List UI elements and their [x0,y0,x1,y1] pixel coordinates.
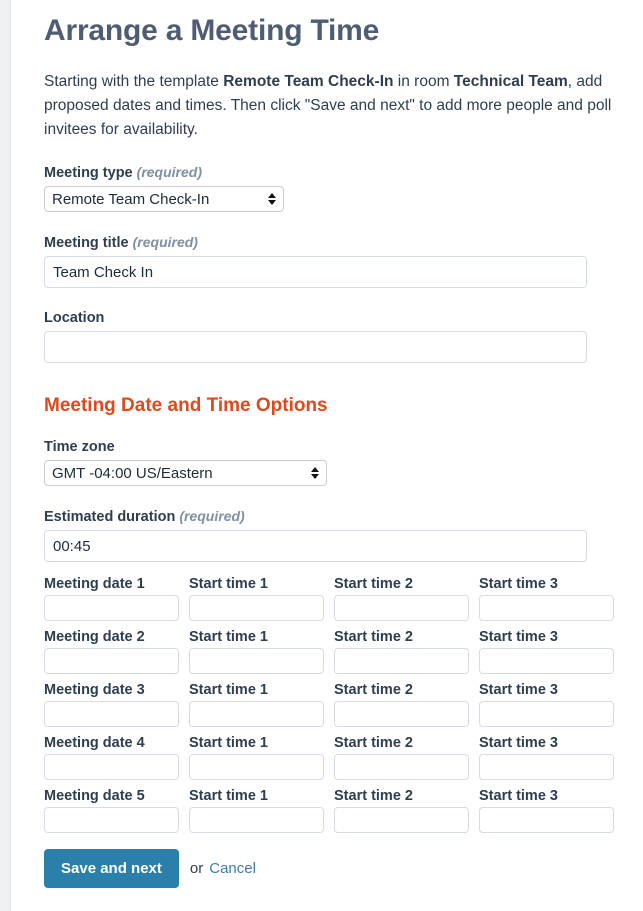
date-time-row: Meeting date 3 Start time 1 Start time 2 St… [44,682,643,727]
date-time-row: Meeting date 2 Start time 1 Start time 2 St… [44,629,643,674]
or-text: or [189,860,204,877]
meeting-type-label-text: Meeting type [44,165,133,181]
start-time-label: Start time 2 [334,629,413,645]
date-time-row-inputs [44,754,643,780]
start-time-label: Start time 2 [334,576,413,592]
start-time-label: Start time 1 [189,682,268,698]
page-title: Arrange a Meeting Time [44,14,380,47]
date-time-row-labels: Meeting date 1 Start time 1 Start time 2 St… [44,576,643,592]
start-time-label: Start time 1 [189,735,268,751]
start-time-input[interactable] [334,595,469,621]
start-time-input[interactable] [479,595,614,621]
intro-paragraph: Starting with the template Remote Team C… [44,70,628,142]
location-group: Location [44,310,643,363]
date-time-row-inputs [44,701,643,727]
date-time-row-inputs [44,648,643,674]
date-time-row-labels: Meeting date 5 Start time 1 Start time 2 St… [44,788,643,804]
meeting-type-group: Meeting type (required) Remote Team Chec… [44,164,643,212]
meeting-date-label: Meeting date 5 [44,788,145,804]
meeting-title-group: Meeting title (required) [44,234,643,288]
date-time-row-labels: Meeting date 3 Start time 1 Start time 2 St… [44,682,643,698]
date-time-row-labels: Meeting date 2 Start time 1 Start time 2 St… [44,629,643,645]
date-time-row-inputs [44,807,643,833]
start-time-label: Start time 3 [479,629,558,645]
meeting-title-input[interactable] [44,256,587,288]
date-time-row-inputs [44,595,643,621]
meeting-title-label: Meeting title (required) [44,234,643,251]
location-label: Location [44,310,105,326]
start-time-label: Start time 3 [479,576,558,592]
start-time-label: Start time 3 [479,682,558,698]
start-time-input[interactable] [334,648,469,674]
date-time-row: Meeting date 1 Start time 1 Start time 2 St… [44,576,643,621]
meeting-date-input[interactable] [44,701,179,727]
meeting-date-label: Meeting date 4 [44,735,145,751]
cancel-link[interactable]: Cancel [209,860,256,877]
meeting-date-label: Meeting date 3 [44,682,145,698]
date-time-row: Meeting date 5 Start time 1 Start time 2 St… [44,788,643,833]
start-time-input[interactable] [189,807,324,833]
start-time-input[interactable] [189,595,324,621]
time-zone-select[interactable]: GMT -04:00 US/Eastern [44,460,327,486]
start-time-input[interactable] [334,807,469,833]
intro-part-2: in room [393,73,454,90]
start-time-label: Start time 2 [334,788,413,804]
left-gutter [0,0,11,911]
date-time-row: Meeting date 4 Start time 1 Start time 2 St… [44,735,643,780]
form-actions: Save and next or Cancel [44,849,643,888]
meeting-type-select-wrap: Remote Team Check-In [44,186,284,212]
intro-part-1: Starting with the template [44,73,224,90]
form-content: Arrange a Meeting Time Starting with the… [12,0,643,911]
time-zone-select-wrap: GMT -04:00 US/Eastern [44,460,327,486]
save-and-next-button[interactable]: Save and next [44,849,179,888]
start-time-input[interactable] [334,701,469,727]
estimated-duration-label: Estimated duration (required) [44,508,643,525]
estimated-duration-group: Estimated duration (required) [44,508,643,562]
intro-template-name: Remote Team Check-In [223,73,394,90]
meeting-date-input[interactable] [44,807,179,833]
start-time-input[interactable] [479,754,614,780]
start-time-label: Start time 2 [334,735,413,751]
start-time-label: Start time 3 [479,788,558,804]
estimated-duration-input[interactable] [44,530,587,562]
start-time-input[interactable] [189,754,324,780]
section-heading-date-time: Meeting Date and Time Options [44,395,328,416]
start-time-input[interactable] [479,648,614,674]
start-time-input[interactable] [479,701,614,727]
date-time-row-labels: Meeting date 4 Start time 1 Start time 2 St… [44,735,643,751]
page-root: Arrange a Meeting Time Starting with the… [0,0,643,911]
start-time-label: Start time 3 [479,735,558,751]
date-time-grid: Meeting date 1 Start time 1 Start time 2 St… [44,576,643,833]
meeting-date-label: Meeting date 2 [44,629,145,645]
start-time-input[interactable] [334,754,469,780]
estimated-duration-label-text: Estimated duration [44,509,176,525]
meeting-date-input[interactable] [44,595,179,621]
time-zone-group: Time zone GMT -04:00 US/Eastern [44,439,643,486]
location-input[interactable] [44,331,587,363]
meeting-date-input[interactable] [44,754,179,780]
start-time-input[interactable] [189,648,324,674]
meeting-type-label: Meeting type (required) [44,164,643,181]
intro-room-name: Technical Team [453,73,568,90]
start-time-input[interactable] [189,701,324,727]
start-time-label: Start time 2 [334,682,413,698]
start-time-label: Start time 1 [189,629,268,645]
start-time-label: Start time 1 [189,576,268,592]
meeting-title-label-text: Meeting title [44,235,129,251]
meeting-type-required-hint: (required) [136,164,202,180]
meeting-date-input[interactable] [44,648,179,674]
meeting-type-select[interactable]: Remote Team Check-In [44,186,284,212]
estimated-duration-required-hint: (required) [179,508,245,524]
start-time-input[interactable] [479,807,614,833]
meeting-date-label: Meeting date 1 [44,576,145,592]
start-time-label: Start time 1 [189,788,268,804]
meeting-title-required-hint: (required) [132,234,198,250]
time-zone-label: Time zone [44,439,115,455]
